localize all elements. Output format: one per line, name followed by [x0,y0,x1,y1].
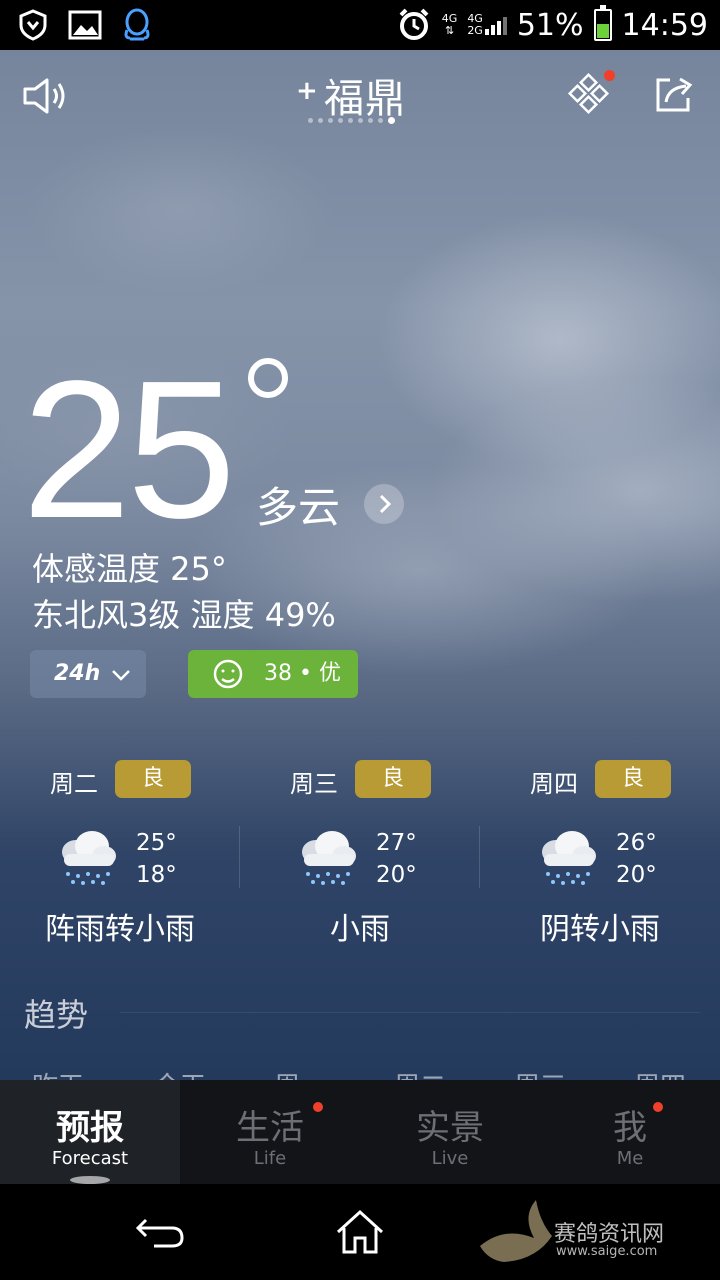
forecast-high: 26° [616,830,657,856]
air-quality-button[interactable]: 38 • 优 [188,650,358,698]
degree-symbol [248,358,288,398]
tab-me[interactable]: 我 Me [540,1080,720,1184]
air-quality-badge: 良 [115,760,191,798]
forecast-desc: 阵雨转小雨 [45,912,195,947]
tab-label: 我 [613,1108,647,1148]
tab-label: 生活 [236,1108,304,1148]
notification-dot [604,70,615,81]
page-dot [338,118,343,123]
hourly-toggle-label: 24h [54,661,101,686]
forecast-high: 27° [376,830,417,856]
speaker-icon[interactable] [22,76,68,116]
network-type-icon: 4G ⇅ [441,12,458,37]
forecast-day-name: 周三 [290,770,338,798]
hourly-toggle-button[interactable]: 24h [30,650,146,698]
page-dot [368,118,373,123]
tab-sublabel: Life [253,1148,287,1169]
tab-forecast[interactable]: 预报 Forecast [0,1080,180,1184]
divider [479,826,480,888]
status-bar: 4G ⇅ 4G 2G 51% 14:59 [0,0,720,50]
forecast-low: 20° [376,862,417,888]
tab-sublabel: Forecast [51,1148,129,1169]
signal-strength-icon: 4G 2G [467,13,507,37]
tab-live[interactable]: 实景 Live [360,1080,540,1184]
alarm-icon [399,8,429,40]
shield-icon [19,9,47,41]
tab-sublabel: Live [431,1148,469,1169]
forecast-day[interactable]: 周三良 27° 20° 小雨 [240,760,480,950]
page-dot [378,118,383,123]
air-quality-badge: 良 [355,760,431,798]
current-condition: 多云 [256,483,341,532]
tab-label: 预报 [56,1108,124,1148]
home-icon[interactable] [334,1208,386,1256]
feels-like: 体感温度 25° [32,550,227,588]
page-indicator [308,117,395,124]
rain-cloud-icon [534,826,600,890]
active-indicator [70,1176,110,1184]
city-name[interactable]: 福鼎 [324,66,406,124]
tab-label: 实景 [416,1108,484,1148]
forecast-desc: 阴转小雨 [540,912,660,947]
forecast-high: 25° [136,830,177,856]
image-icon [68,10,102,40]
battery-percent: 51% [516,7,584,43]
air-quality-badge: 良 [595,760,671,798]
forecast-day[interactable]: 周四良 26° 20° 阴转小雨 [480,760,720,950]
forecast-desc: 小雨 [330,912,390,947]
forecast-day-name: 周二 [50,770,98,798]
rain-cloud-icon [294,826,360,890]
watermark-url: www.saige.com [556,1244,658,1259]
page-dot [388,117,395,124]
forecast-low: 18° [136,862,177,888]
watermark-logo [480,1200,552,1262]
divider [239,826,240,888]
forecast-low: 20° [616,862,657,888]
page-dot [308,118,313,123]
trend-title: 趋势 [24,996,89,1034]
details-button[interactable] [364,484,404,524]
share-icon[interactable] [654,74,696,114]
page-dot [348,118,353,123]
notification-dot [653,1102,663,1112]
bottom-tab-bar: 预报 Forecast 生活 Life 实景 Live 我 Me [0,1080,720,1184]
current-temperature: 25 [22,340,236,559]
qq-icon [124,8,150,41]
page-dot [328,118,333,123]
tab-life[interactable]: 生活 Life [180,1080,360,1184]
divider [120,1012,700,1013]
chevron-right-icon [379,494,392,514]
wind-humidity: 东北风3级 湿度 49% [32,596,336,634]
forecast-day-name: 周四 [530,770,578,798]
add-city-icon[interactable]: + [296,76,318,106]
page-dot [318,118,323,123]
battery-icon [593,5,612,41]
forecast-day[interactable]: 周二良 25° 18° 阵雨转小雨 [0,760,240,950]
aqi-value: 38 • 优 [264,661,341,686]
notification-dot [313,1102,323,1112]
face-mask-icon [213,659,243,689]
rain-cloud-icon [54,826,120,890]
tab-sublabel: Me [616,1148,644,1169]
clock: 14:59 [621,7,708,43]
page-dot [358,118,363,123]
back-icon[interactable] [134,1214,186,1250]
chevron-down-icon [112,670,130,681]
